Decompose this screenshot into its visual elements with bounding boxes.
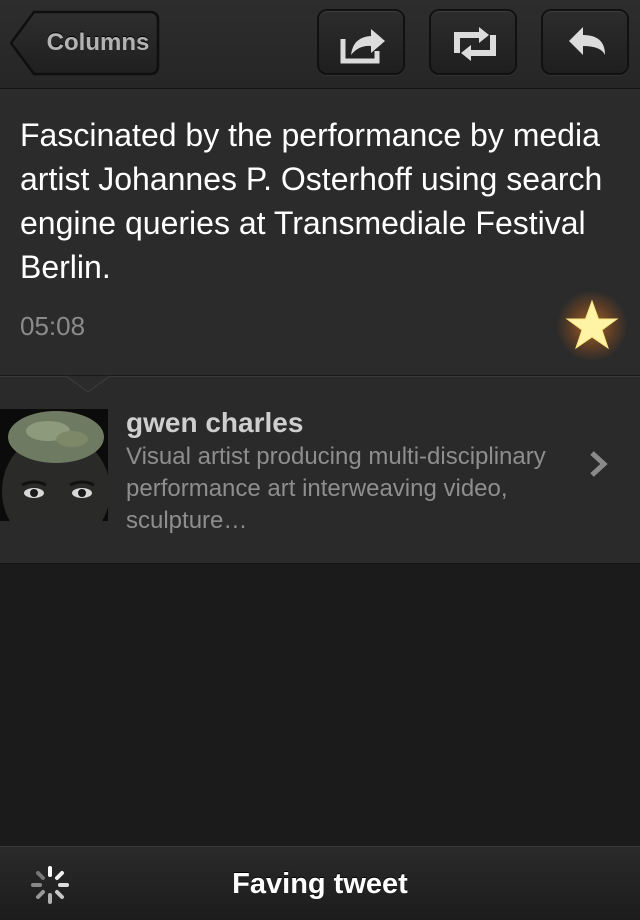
tweet-text: Fascinated by the performance by media a… (20, 117, 603, 285)
chevron-right-icon (590, 451, 608, 477)
avatar (0, 409, 108, 521)
share-button[interactable] (317, 9, 405, 75)
status-message: Faving tweet (232, 868, 408, 900)
columns-back-button[interactable]: Columns (10, 10, 160, 76)
star-icon (565, 299, 619, 350)
share-icon (340, 29, 385, 64)
tweet-timestamp: 05:08 (20, 311, 86, 341)
status-bar: Faving tweet (0, 846, 640, 920)
author-bio: Visual artist producing multi-disciplina… (126, 443, 546, 534)
reply-icon (569, 27, 605, 55)
retweet-button[interactable] (429, 9, 517, 75)
reply-button[interactable] (541, 9, 629, 75)
favorite-star-button[interactable] (556, 290, 628, 362)
back-button-label: Columns (46, 29, 150, 56)
author-profile-row[interactable]: gwen charles Visual artist producing mul… (0, 376, 640, 564)
top-toolbar: Columns (0, 0, 640, 89)
app-window: Columns Fascinated by the performance by… (0, 0, 640, 920)
author-name: gwen charles (126, 407, 304, 438)
section-notch (66, 375, 110, 392)
avatar-image (0, 409, 108, 521)
tweet-detail: Fascinated by the performance by media a… (0, 89, 640, 377)
retweet-icon (454, 27, 496, 61)
